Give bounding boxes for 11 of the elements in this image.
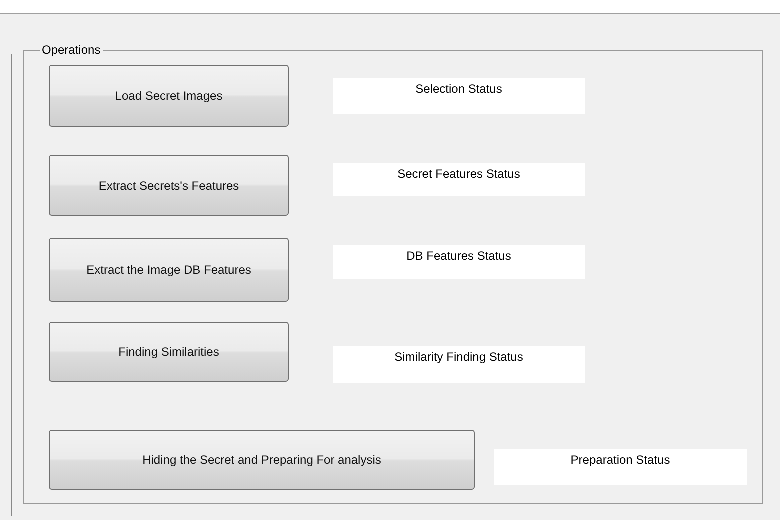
action-button[interactable]: Load Secret Images	[49, 65, 289, 127]
action-button[interactable]: Finding Similarities	[49, 322, 289, 382]
status-label: Selection Status	[333, 78, 585, 114]
action-button[interactable]: Extract the Image DB Features	[49, 238, 289, 302]
panel-title: Operations	[40, 43, 103, 57]
status-label: Preparation Status	[494, 449, 747, 485]
action-button[interactable]: Hiding the Secret and Preparing For analysis	[49, 430, 475, 490]
action-button[interactable]: Extract Secrets's Features	[49, 155, 289, 216]
status-label: DB Features Status	[333, 245, 585, 279]
status-label: Secret Features Status	[333, 163, 585, 196]
status-label: Similarity Finding Status	[333, 346, 585, 383]
